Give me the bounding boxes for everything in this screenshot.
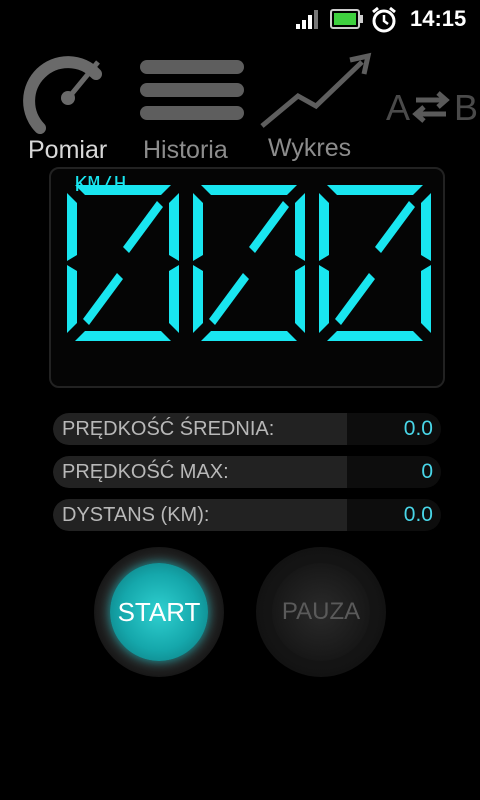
- nav-item-historia[interactable]: [138, 50, 248, 135]
- digit-segment: [335, 273, 375, 325]
- pause-button-label[interactable]: PAUZA: [272, 563, 370, 661]
- digit-segment: [83, 273, 123, 325]
- digit-segment: [209, 273, 249, 325]
- signal-icon: [296, 10, 318, 29]
- nav-item-pomiar[interactable]: [22, 50, 112, 145]
- digit-segment: [249, 201, 289, 253]
- stat-row-average-speed: PRĘDKOŚĆ ŚREDNIA: 0.0: [53, 413, 441, 445]
- stat-label: PRĘDKOŚĆ MAX:: [53, 456, 347, 488]
- svg-text:KM/H: KM/H: [75, 172, 127, 195]
- stat-value: 0.0: [403, 503, 433, 526]
- digit-segment: [327, 331, 423, 341]
- digit-segment: [193, 193, 203, 261]
- digit-segment: [295, 265, 305, 333]
- nav-label-pomiar[interactable]: Pomiar: [28, 136, 107, 165]
- digit-segment: [327, 185, 423, 195]
- digit-segment: [201, 331, 297, 341]
- digit-segment: [319, 193, 329, 261]
- stat-label: PRĘDKOŚĆ ŚREDNIA:: [53, 413, 347, 445]
- speed-display: KM/H: [49, 167, 445, 388]
- speedometer-icon: [23, 56, 102, 134]
- digit-segment: [169, 193, 179, 261]
- nav-item-wykres[interactable]: [258, 50, 374, 139]
- digit-segment: [421, 193, 431, 261]
- status-bar: 14:15: [0, 0, 480, 38]
- stat-row-max-speed: PRĘDKOŚĆ MAX: 0: [53, 456, 441, 488]
- digit-segment: [123, 201, 163, 253]
- start-button[interactable]: START: [94, 547, 224, 677]
- svg-text:B: B: [454, 87, 478, 126]
- digit-segment: [67, 193, 77, 261]
- stat-row-distance: DYSTANS (KM): 0.0: [53, 499, 441, 531]
- a-to-b-swap-icon[interactable]: A B: [386, 86, 480, 126]
- digit-segment: [75, 331, 171, 341]
- digit-segment: [319, 265, 329, 333]
- svg-text:A: A: [386, 87, 410, 126]
- digit-segment: [169, 265, 179, 333]
- nav-label-wykres[interactable]: Wykres: [268, 134, 351, 163]
- digit-segment: [193, 265, 203, 333]
- list-icon: [140, 60, 244, 120]
- speed-digits: [67, 185, 431, 341]
- chart-line-icon: [260, 52, 372, 128]
- alarm-clock-icon: [372, 6, 396, 33]
- nav-label-historia[interactable]: Historia: [143, 136, 228, 165]
- speed-unit: KM/H: [75, 172, 127, 195]
- status-time: 14:15: [410, 6, 467, 31]
- digit-segment: [67, 265, 77, 333]
- start-button-label[interactable]: START: [110, 563, 208, 661]
- stat-label: DYSTANS (KM):: [53, 499, 347, 531]
- digit-segment: [295, 193, 305, 261]
- stat-value: 0.0: [403, 417, 433, 440]
- battery-icon: [330, 9, 363, 29]
- digit-segment: [201, 185, 297, 195]
- pause-button[interactable]: PAUZA: [256, 547, 386, 677]
- digit-segment: [421, 265, 431, 333]
- digit-segment: [375, 201, 415, 253]
- stat-value: 0: [421, 460, 433, 483]
